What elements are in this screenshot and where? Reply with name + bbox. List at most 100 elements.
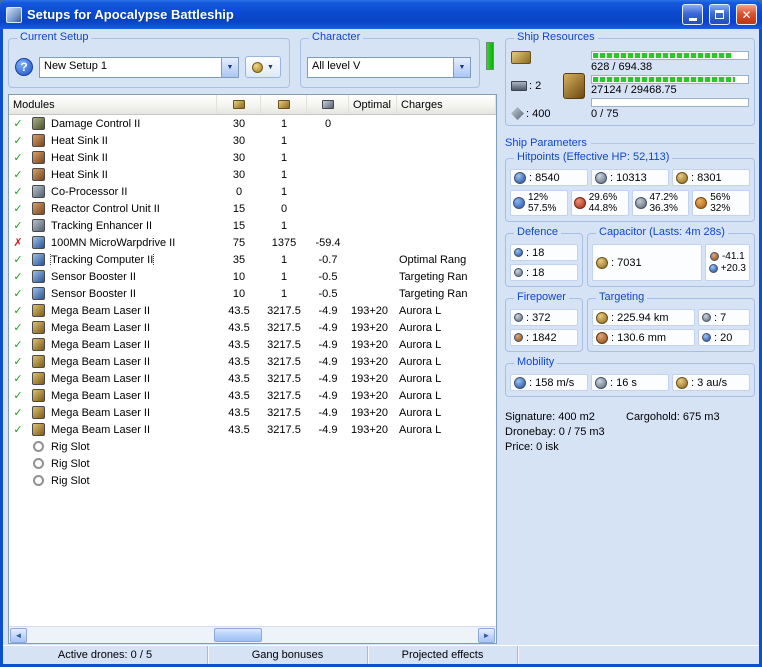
hitpoints-row: : 8540 : 10313 : 8301 — [510, 169, 750, 186]
capacitor-usage-icon — [321, 100, 334, 109]
powergrid-value: 27124 / 29468.75 — [591, 84, 677, 97]
cpu-value: 628 / 694.38 — [591, 60, 653, 73]
module-row[interactable]: ✓ Mega Beam Laser II 43.5 3217.5 -4.9 193+20 A… — [9, 404, 496, 421]
close-button[interactable]: ✕ — [736, 4, 757, 25]
setup-combobox-arrow[interactable]: ▼ — [221, 57, 238, 77]
module-row[interactable]: ✓ Mega Beam Laser II 43.5 3217.5 -4.9 193+20 A… — [9, 353, 496, 370]
projected-effects-panel[interactable]: Projected effects — [368, 646, 518, 664]
module-cpu: 30 — [232, 168, 246, 181]
module-name: Tracking Computer II — [49, 253, 155, 266]
statusbar-spacer — [518, 646, 759, 664]
setup-tools-button[interactable]: ▼ — [245, 56, 281, 78]
window: Setups for Apocalypse Battleship ✕ Curre… — [0, 0, 762, 667]
module-cpu: 10 — [232, 270, 246, 283]
module-row[interactable]: ✓ Reactor Control Unit II 15 0 — [9, 200, 496, 217]
maximize-button[interactable] — [709, 4, 730, 25]
current-setup-label: Current Setup — [17, 31, 92, 43]
character-combobox-arrow[interactable]: ▼ — [453, 57, 470, 77]
module-optimal: 193+20 — [351, 355, 389, 368]
module-icon — [31, 151, 45, 164]
shield-recharge-icon — [514, 248, 523, 257]
maximize-icon — [715, 10, 724, 19]
module-powergrid: 3217.5 — [267, 372, 301, 385]
module-powergrid: 1 — [280, 168, 288, 181]
warp-speed-value: : 3 au/s — [691, 376, 728, 389]
titlebar[interactable]: Setups for Apocalypse Battleship ✕ — [0, 0, 762, 29]
module-row[interactable]: ✓ Heat Sink II 30 1 — [9, 132, 496, 149]
shield-resist-value: 47.2% — [649, 192, 678, 203]
modules-table: Modules Optimal Charges ✓ Damage Control … — [8, 94, 497, 644]
module-charge: Targeting Ran — [399, 270, 468, 283]
calibration-value: 0 / 75 — [591, 107, 619, 120]
module-row[interactable]: ✓ Heat Sink II 30 1 — [9, 166, 496, 183]
targeting-range-value: : 225.94 km — [611, 311, 669, 324]
powergrid-meter — [591, 74, 749, 84]
module-row[interactable]: ✓ Mega Beam Laser II 43.5 3217.5 -4.9 193+20 A… — [9, 302, 496, 319]
module-name: Mega Beam Laser II — [51, 406, 151, 419]
fit-error-icon: ✗ — [13, 237, 23, 249]
module-cap: -59.4 — [315, 236, 341, 249]
module-name: Rig Slot — [51, 440, 90, 453]
scroll-left-button[interactable]: ◄ — [10, 627, 27, 643]
module-row[interactable]: ✓ Co-Processor II 0 1 — [9, 183, 496, 200]
module-row[interactable]: ✓ Mega Beam Laser II 43.5 3217.5 -4.9 193+20 A… — [9, 387, 496, 404]
horizontal-scrollbar[interactable]: ◄ ► — [9, 626, 496, 643]
powergrid-icon — [277, 100, 290, 109]
scrollbar-thumb[interactable] — [214, 628, 262, 642]
module-row[interactable]: ✓ Heat Sink II 30 1 — [9, 149, 496, 166]
module-name: Reactor Control Unit II — [51, 202, 160, 215]
module-cap: -4.9 — [318, 321, 338, 334]
module-cap: -4.9 — [318, 338, 338, 351]
thermal-resist-icon — [573, 197, 586, 209]
minimize-button[interactable] — [682, 4, 703, 25]
module-row[interactable]: ✓ Mega Beam Laser II 43.5 3217.5 -4.9 193+20 A… — [9, 319, 496, 336]
module-cap: -4.9 — [318, 372, 338, 385]
module-row[interactable]: Rig Slot — [9, 472, 496, 489]
mobility-group: Mobility : 158 m/s : 16 s : 3 au/s — [505, 356, 755, 397]
module-row[interactable]: ✓ Tracking Computer II 35 1 -0.7 Optimal Rang — [9, 251, 496, 268]
sensor-strength-value: : 20 — [714, 331, 733, 344]
ship-resources-group: Ship Resources : 2 : 400 628 / 694.38 27… — [505, 31, 755, 126]
dronebay-value: Dronebay: 0 / 75 m3 — [505, 426, 605, 438]
price-value: Price: 0 isk — [505, 441, 559, 453]
current-setup-group: Current Setup ? New Setup 1 ▼ ▼ — [8, 31, 290, 88]
fit-ok-icon: ✓ — [13, 390, 23, 402]
scroll-right-button[interactable]: ► — [478, 627, 495, 643]
shield-resist-value: 56% — [710, 192, 731, 203]
defence-capacitor-row: Defence : 18 : 18 Capacitor (Lasts: 4m 2… — [505, 226, 755, 287]
module-cap: -4.9 — [318, 355, 338, 368]
module-row[interactable]: ✓ Tracking Enhancer II 15 1 — [9, 217, 496, 234]
module-powergrid: 1 — [280, 253, 288, 266]
module-row[interactable]: Rig Slot — [9, 438, 496, 455]
help-button[interactable]: ? — [15, 58, 33, 76]
module-row[interactable]: ✓ Mega Beam Laser II 43.5 3217.5 -4.9 193+20 A… — [9, 336, 496, 353]
module-charge: Aurora L — [399, 423, 442, 436]
module-cpu: 15 — [232, 202, 246, 215]
scan-resolution-icon — [596, 331, 608, 344]
module-cpu: 35 — [232, 253, 246, 266]
module-name: Heat Sink II — [51, 151, 108, 164]
character-combobox[interactable]: All level V ▼ — [307, 56, 471, 78]
gang-bonuses-panel[interactable]: Gang bonuses — [208, 646, 368, 664]
resists-row: 12% 57.5% 29.6% 44.8% 47.2% 36.3% 56% 32% — [510, 190, 750, 216]
module-powergrid: 1 — [280, 270, 288, 283]
firepower-group: Firepower : 372 : 1842 — [505, 291, 583, 352]
warp-speed-icon — [676, 376, 688, 389]
targeting-label: Targeting — [596, 291, 648, 303]
drone-icon — [511, 107, 524, 120]
module-row[interactable]: ✓ Sensor Booster II 10 1 -0.5 Targeting Ran — [9, 268, 496, 285]
modules-list[interactable]: ✓ Damage Control II 30 1 0 ✓ Heat Sink II 30 1 ✓ H… — [9, 115, 496, 626]
module-row[interactable]: ✓ Sensor Booster II 10 1 -0.5 Targeting Ran — [9, 285, 496, 302]
targeting-range-icon — [596, 311, 608, 324]
module-row[interactable]: ✓ Mega Beam Laser II 43.5 3217.5 -4.9 193+20 A… — [9, 370, 496, 387]
hardpoints-column: : 2 : 400 — [511, 50, 557, 121]
module-name: Rig Slot — [51, 474, 90, 487]
module-row[interactable]: ✓ Damage Control II 30 1 0 — [9, 115, 496, 132]
setup-combobox[interactable]: New Setup 1 ▼ — [39, 56, 239, 78]
rig-slot-icon — [32, 441, 44, 452]
module-row[interactable]: ✗ 100MN MicroWarpdrive II 75 1375 -59.4 — [9, 234, 496, 251]
module-row[interactable]: ✓ Mega Beam Laser II 43.5 3217.5 -4.9 193+20 A… — [9, 421, 496, 438]
character-combobox-value: All level V — [312, 59, 361, 72]
fit-ok-icon: ✓ — [13, 254, 23, 266]
module-row[interactable]: Rig Slot — [9, 455, 496, 472]
